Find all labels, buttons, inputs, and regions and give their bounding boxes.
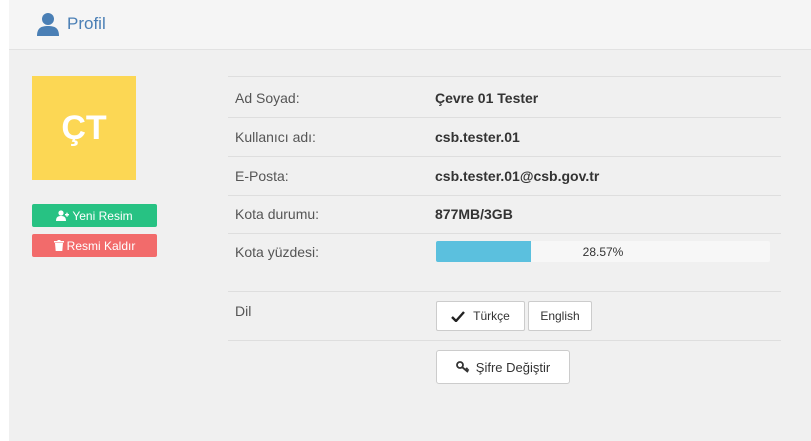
email-label: E-Posta: <box>235 168 289 184</box>
avatar-initials: ÇT <box>61 108 107 147</box>
lang-turkish-label: Türkçe <box>473 309 510 323</box>
fullname-label: Ad Soyad: <box>235 90 300 106</box>
lang-english-button[interactable]: English <box>528 301 592 331</box>
change-password-button[interactable]: Şifre Değiştir <box>436 350 570 384</box>
checkmark-icon <box>451 310 466 322</box>
email-value: csb.tester.01@csb.gov.tr <box>435 168 600 184</box>
avatar: ÇT <box>32 76 136 180</box>
page-title: Profil <box>67 14 106 33</box>
user-icon <box>37 13 59 36</box>
username-label: Kullanıcı adı: <box>235 129 316 145</box>
lang-english-label: English <box>540 309 580 323</box>
lang-turkish-button[interactable]: Türkçe <box>436 301 525 331</box>
new-photo-button[interactable]: Yeni Resim <box>32 204 157 227</box>
quota-percent-label: Kota yüzdesi: <box>235 244 320 260</box>
language-label: Dil <box>235 303 252 319</box>
new-photo-label: Yeni Resim <box>72 208 133 223</box>
username-value: csb.tester.01 <box>435 129 520 145</box>
divider <box>228 340 781 341</box>
quota-progress-bar: 28.57% <box>436 241 770 262</box>
change-password-label: Şifre Değiştir <box>475 359 551 375</box>
quota-progress-text: 28.57% <box>582 244 624 259</box>
fullname-value: Çevre 01 Tester <box>435 90 539 106</box>
remove-photo-button[interactable]: Resmi Kaldır <box>32 234 157 257</box>
key-icon <box>455 361 470 373</box>
quota-row: Kota durumu: 877MB/3GB <box>228 195 781 233</box>
email-row: E-Posta: csb.tester.01@csb.gov.tr <box>228 156 781 195</box>
remove-photo-label: Resmi Kaldır <box>66 238 136 253</box>
username-row: Kullanıcı adı: csb.tester.01 <box>228 117 781 156</box>
profile-panel: Profil ÇT Yeni Resim Resmi Kaldır Ad Soy… <box>9 0 811 441</box>
fullname-row: Ad Soyad: Çevre 01 Tester <box>228 76 781 117</box>
quota-value: 877MB/3GB <box>435 206 513 222</box>
quota-label: Kota durumu: <box>235 206 320 222</box>
panel-header: Profil <box>9 0 811 50</box>
trash-icon <box>53 240 64 251</box>
user-plus-icon <box>56 210 70 221</box>
